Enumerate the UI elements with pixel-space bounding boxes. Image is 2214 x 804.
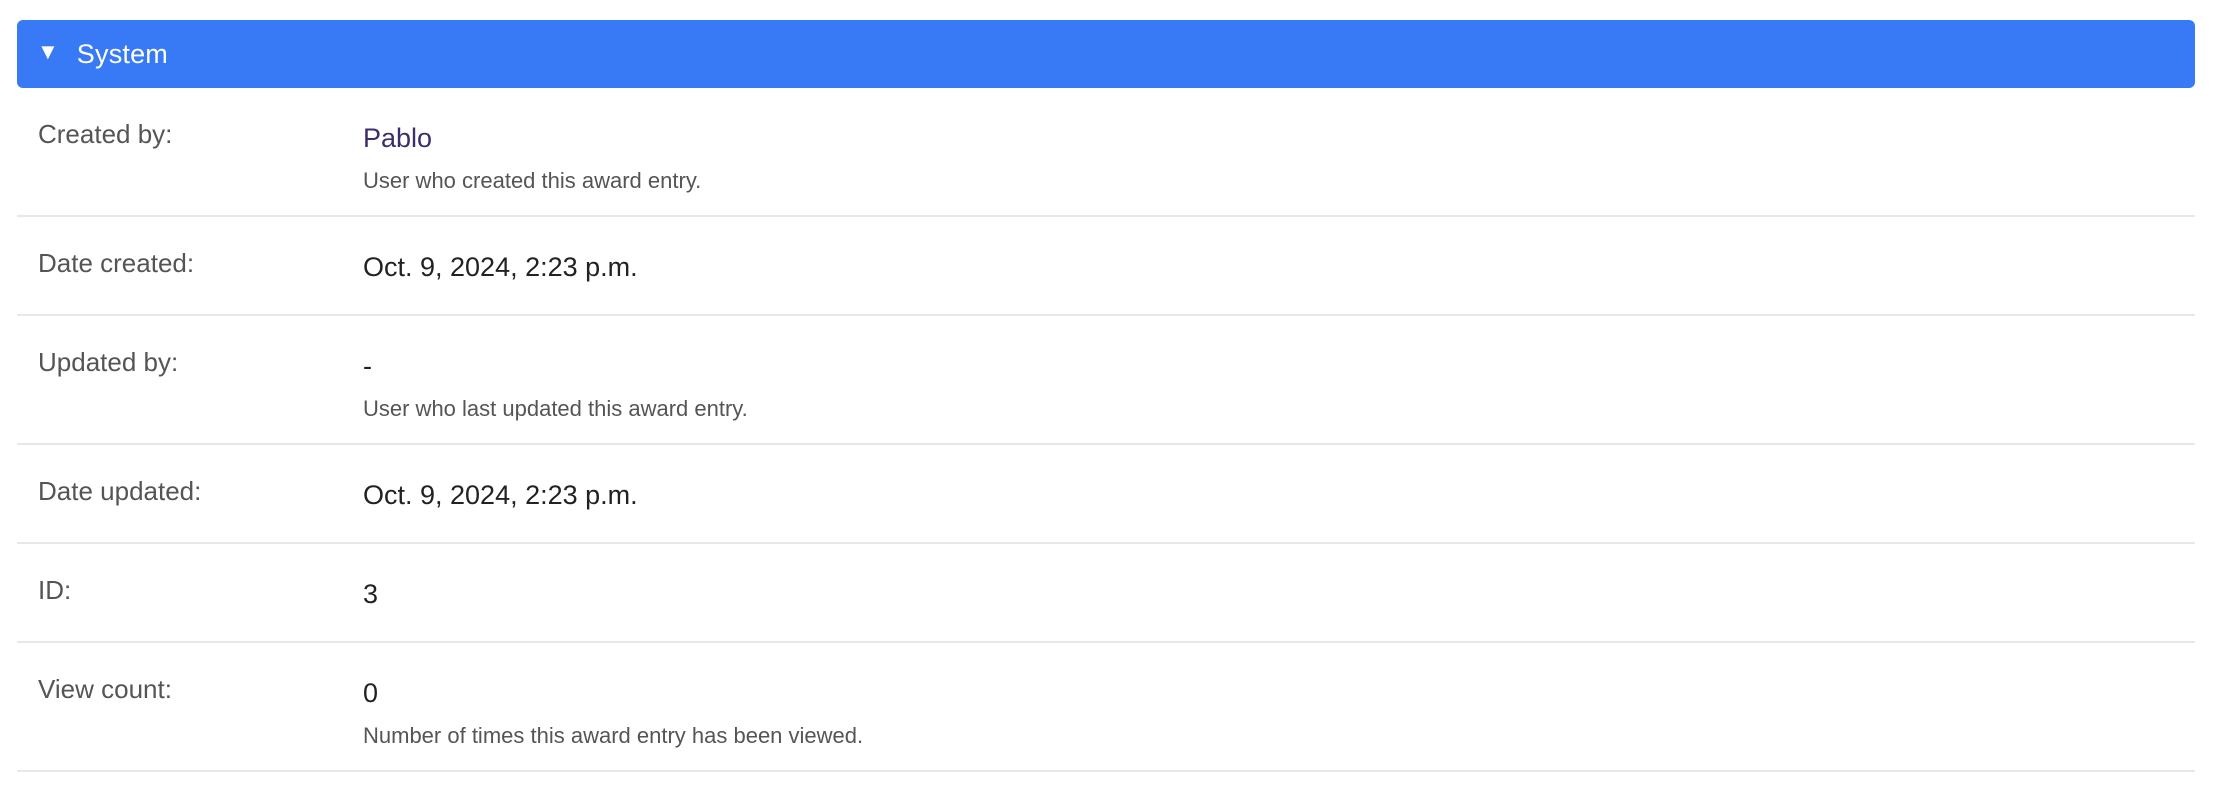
date-updated-value: Oct. 9, 2024, 2:23 p.m. xyxy=(363,480,638,510)
section-title: System xyxy=(76,38,168,69)
field-value-container: Oct. 9, 2024, 2:23 p.m. xyxy=(363,445,638,542)
field-label: Date updated: xyxy=(38,476,202,506)
field-label: Created by: xyxy=(38,119,173,149)
field-row-date-created: Date created: Oct. 9, 2024, 2:23 p.m. xyxy=(17,217,2195,316)
field-row-created-by: Created by: Pablo User who created this … xyxy=(17,88,2195,217)
field-row-date-updated: Date updated: Oct. 9, 2024, 2:23 p.m. xyxy=(17,445,2195,544)
field-help-text: Number of times this award entry has bee… xyxy=(363,723,864,749)
date-created-value: Oct. 9, 2024, 2:23 p.m. xyxy=(363,252,638,282)
updated-by-value: - xyxy=(363,351,372,381)
field-label: View count: xyxy=(38,674,172,704)
field-value-container: Pablo User who created this award entry. xyxy=(363,88,701,215)
field-label: Updated by: xyxy=(38,347,179,377)
field-label: ID: xyxy=(38,575,72,605)
field-help-text: User who last updated this award entry. xyxy=(363,396,748,422)
field-label: Date created: xyxy=(38,248,195,278)
caret-down-icon: ▼ xyxy=(37,39,59,64)
field-value-container: 3 xyxy=(363,544,378,641)
field-row-id: ID: 3 xyxy=(17,544,2195,643)
system-section-toggle[interactable]: ▼ System xyxy=(17,20,2195,88)
view-count-value: 0 xyxy=(363,678,379,708)
id-value: 3 xyxy=(363,579,379,609)
field-row-view-count: View count: 0 Number of times this award… xyxy=(17,643,2195,772)
field-value-container: Oct. 9, 2024, 2:23 p.m. xyxy=(363,217,638,314)
field-value-container: 0 Number of times this award entry has b… xyxy=(363,643,863,770)
created-by-user-link[interactable]: Pablo xyxy=(363,123,432,153)
system-fieldset: ▼ System Created by: Pablo User who crea… xyxy=(17,20,2195,772)
field-help-text: User who created this award entry. xyxy=(363,168,702,194)
field-value-container: - User who last updated this award entry… xyxy=(363,316,748,443)
field-row-updated-by: Updated by: - User who last updated this… xyxy=(17,316,2195,445)
